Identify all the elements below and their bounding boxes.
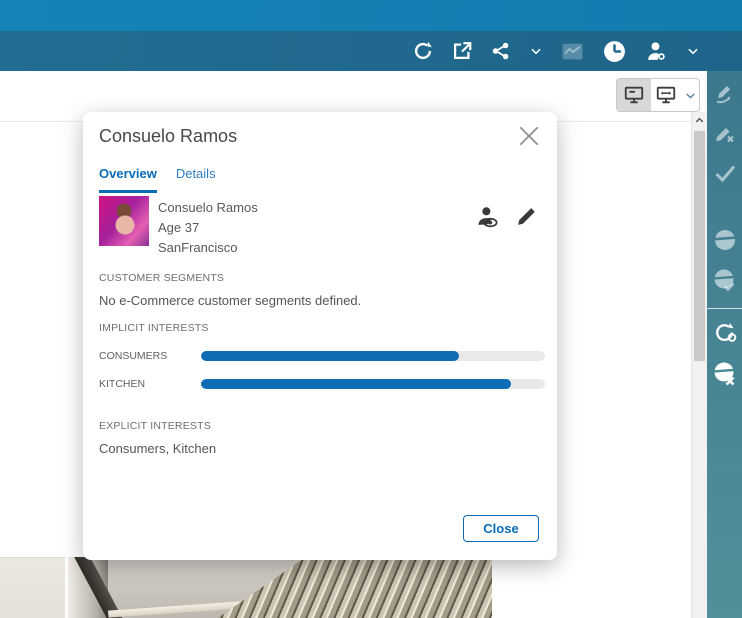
dialog-tabs: Overview Details xyxy=(99,166,216,193)
toolbar xyxy=(0,31,742,71)
globe-icon[interactable] xyxy=(711,226,738,253)
interest-progress-bar xyxy=(201,351,545,361)
tab-details[interactable]: Details xyxy=(176,166,216,193)
share-icon[interactable] xyxy=(490,40,512,62)
share-menu-chevron-icon[interactable] xyxy=(529,44,543,58)
preview-menu-chevron-icon[interactable] xyxy=(681,89,699,102)
check-icon[interactable] xyxy=(711,159,738,186)
interest-progress-bar xyxy=(201,379,545,389)
scrollbar-thumb[interactable] xyxy=(694,131,705,361)
sync-icon[interactable] xyxy=(711,319,738,346)
close-button[interactable]: Close xyxy=(463,515,539,542)
open-in-new-icon[interactable] xyxy=(451,40,473,62)
top-banner xyxy=(0,0,742,31)
globe-check-icon[interactable] xyxy=(711,266,738,293)
scroll-up-button[interactable] xyxy=(692,112,707,129)
desktop-preview-button[interactable] xyxy=(617,79,651,111)
signature-icon[interactable] xyxy=(711,79,738,106)
interest-row: KITCHEN xyxy=(99,378,545,390)
user-settings-icon[interactable] xyxy=(644,39,669,64)
right-sidebar xyxy=(707,71,742,618)
interest-row: CONSUMERS xyxy=(99,350,545,362)
customer-photo xyxy=(99,196,149,246)
edit-remove-icon[interactable] xyxy=(711,119,738,146)
user-menu-chevron-icon[interactable] xyxy=(686,44,700,58)
explicit-interests-value: Consumers, Kitchen xyxy=(99,441,217,456)
background-wall xyxy=(0,557,65,618)
explicit-interests-label: EXPLICIT INTERESTS xyxy=(99,420,211,432)
dialog-title: Consuelo Ramos xyxy=(99,126,238,146)
edit-icon[interactable] xyxy=(514,204,539,236)
responsive-preview-button[interactable] xyxy=(651,79,681,111)
device-preview-toggle xyxy=(616,78,700,112)
profile-name: Consuelo Ramos xyxy=(158,200,258,215)
customer-profile-dialog: Consuelo Ramos Overview Details Consuelo… xyxy=(83,112,557,560)
refresh-icon[interactable] xyxy=(412,40,434,62)
dialog-body: Consuelo Ramos Age 37 SanFrancisco CUSTO… xyxy=(99,196,545,456)
globe-remove-icon[interactable] xyxy=(711,359,738,386)
profile-actions xyxy=(474,204,539,236)
profile-lines: Consuelo Ramos Age 37 SanFrancisco xyxy=(158,196,258,258)
interest-progress-fill xyxy=(201,351,459,361)
scrollbar[interactable] xyxy=(691,112,707,618)
analytics-icon[interactable] xyxy=(560,39,585,64)
view-customer-icon[interactable] xyxy=(474,204,501,236)
interest-label: CONSUMERS xyxy=(99,350,168,362)
customer-segments-empty-text: No e-Commerce customer segments defined. xyxy=(99,293,362,308)
interest-label: KITCHEN xyxy=(99,378,146,390)
interest-progress-fill xyxy=(201,379,511,389)
profile-summary: Consuelo Ramos Age 37 SanFrancisco xyxy=(99,196,545,258)
sidebar-divider xyxy=(707,308,742,309)
close-icon[interactable] xyxy=(514,121,544,151)
kitchen-photo xyxy=(68,557,492,618)
customer-segments-label: CUSTOMER SEGMENTS xyxy=(99,272,225,284)
app-window: Consuelo Ramos Overview Details Consuelo… xyxy=(0,0,742,618)
profile-city: SanFrancisco xyxy=(158,240,238,255)
tab-overview[interactable]: Overview xyxy=(99,166,157,193)
profile-age: Age 37 xyxy=(158,220,200,235)
implicit-interests-label: IMPLICIT INTERESTS xyxy=(99,322,209,334)
time-icon[interactable] xyxy=(602,39,627,64)
